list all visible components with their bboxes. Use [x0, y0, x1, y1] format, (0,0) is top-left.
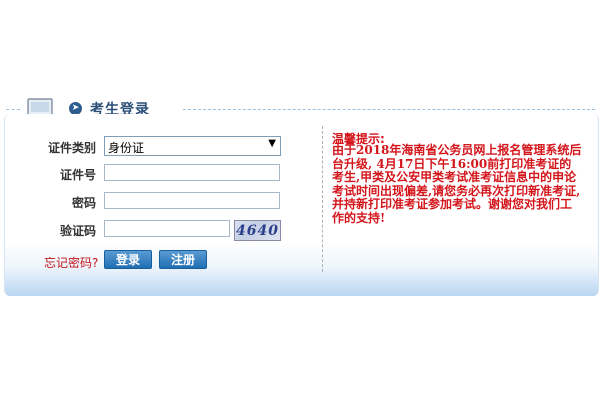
- id-type-select[interactable]: 身份证 ▼: [104, 136, 281, 156]
- forgot-password-link[interactable]: 忘记密码?: [44, 254, 98, 271]
- id-type-label: 证件类别: [47, 141, 96, 155]
- password-label: 密码: [71, 196, 96, 210]
- id-number-label: 证件号: [59, 168, 96, 182]
- login-button[interactable]: 登录: [104, 250, 152, 269]
- chevron-down-icon: ▼: [268, 138, 276, 149]
- notice-body: 由于2018年海南省公务员网上报名管理系统后台升级, 4月17日下午16:00前…: [332, 143, 582, 225]
- title-line-right: [183, 109, 595, 110]
- register-button[interactable]: 注册: [159, 250, 207, 269]
- password-input[interactable]: [104, 192, 280, 209]
- captcha-input[interactable]: [104, 220, 230, 237]
- id-type-value: 身份证: [108, 141, 145, 155]
- captcha-label: 验证码: [59, 224, 96, 238]
- divider: [322, 126, 323, 272]
- id-number-input[interactable]: [104, 164, 280, 181]
- title-line-left: [6, 109, 20, 110]
- captcha-image[interactable]: 4640: [234, 220, 281, 241]
